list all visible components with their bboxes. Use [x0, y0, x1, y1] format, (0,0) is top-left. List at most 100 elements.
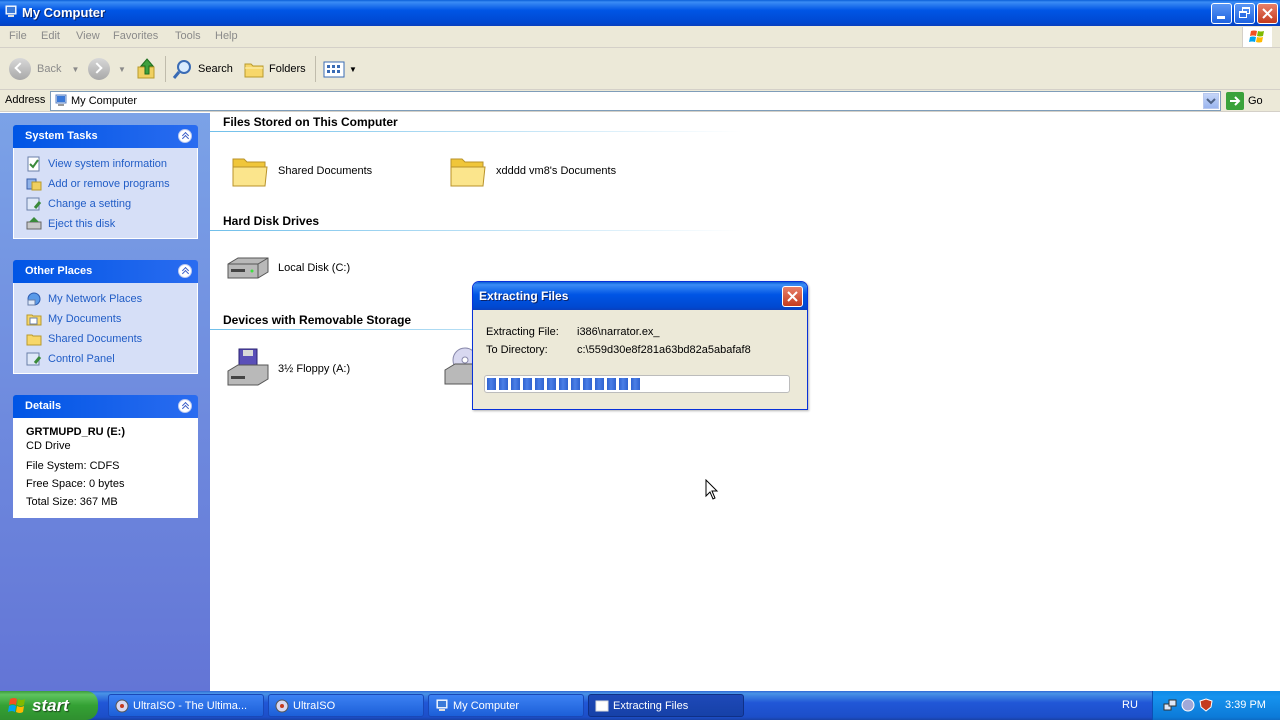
to-directory-value: c:\559d30e8f281a63bd82a5abafaf8 [577, 344, 751, 356]
address-dropdown-button[interactable] [1203, 93, 1219, 109]
close-icon [787, 291, 798, 302]
start-label: start [32, 695, 69, 715]
views-icon [323, 61, 345, 78]
taskbar-button-label: UltraISO [293, 699, 336, 712]
volume-tray-icon[interactable] [1181, 698, 1195, 712]
place-my-network-places[interactable]: My Network Places [14, 289, 197, 309]
place-control-panel[interactable]: Control Panel [14, 349, 197, 369]
place-label: Shared Documents [48, 333, 143, 345]
taskbar: start UltraISO - The Ultima... UltraISO … [0, 691, 1280, 720]
eject-disk-icon [26, 217, 42, 230]
address-field[interactable]: My Computer [50, 91, 1221, 111]
my-computer-icon [55, 94, 67, 106]
back-button[interactable]: Back ▼ [9, 56, 79, 82]
folder-icon [450, 158, 486, 187]
my-computer-icon [5, 5, 17, 17]
folder-icon [26, 334, 42, 346]
back-label: Back [37, 63, 62, 75]
group-divider [210, 131, 970, 132]
item-shared-documents[interactable]: Shared Documents [230, 151, 372, 191]
start-button[interactable]: start [0, 691, 98, 720]
item-label: Shared Documents [278, 165, 373, 177]
up-folder-button[interactable] [136, 56, 158, 82]
task-label: View system information [48, 158, 168, 170]
views-button[interactable]: ▼ [323, 56, 357, 82]
group-header-removable-storage: Devices with Removable Storage [223, 313, 412, 327]
folders-label: Folders [269, 63, 306, 75]
my-documents-icon [26, 314, 42, 326]
details-file-system: File System: CDFS [26, 460, 120, 472]
other-places-body: My Network Places My Documents Shared Do… [13, 283, 198, 374]
language-indicator[interactable]: RU [1122, 699, 1138, 711]
place-label: My Documents [48, 313, 122, 325]
group-divider [210, 230, 970, 231]
extraction-progress-bar [484, 375, 790, 393]
collapse-icon[interactable] [178, 399, 192, 413]
control-panel-icon [26, 352, 42, 366]
item-local-disk-c[interactable]: Local Disk (C:) [226, 250, 350, 286]
system-tasks-header[interactable]: System Tasks [13, 125, 198, 148]
folders-button[interactable]: Folders [243, 56, 306, 82]
minimize-button[interactable] [1211, 3, 1232, 24]
menu-edit[interactable]: Edit [41, 30, 60, 42]
forward-dropdown-icon[interactable]: ▼ [118, 65, 126, 74]
taskbar-button-ultraiso-main[interactable]: UltraISO - The Ultima... [108, 694, 264, 717]
task-label: Eject this disk [48, 218, 116, 230]
item-cd-drive[interactable] [443, 346, 473, 390]
go-arrow-icon [1226, 92, 1244, 110]
go-button[interactable]: Go [1226, 92, 1263, 110]
collapse-icon[interactable] [178, 264, 192, 278]
system-tasks-title: System Tasks [25, 130, 98, 142]
details-body: GRTMUPD_RU (E:) CD Drive File System: CD… [13, 418, 198, 518]
taskbar-button-ultraiso[interactable]: UltraISO [268, 694, 424, 717]
item-floppy-a[interactable]: 3½ Floppy (A:) [226, 347, 350, 391]
details-total-size: Total Size: 367 MB [26, 496, 118, 508]
mouse-cursor-icon [705, 479, 719, 500]
network-places-icon [27, 292, 41, 306]
back-arrow-icon [9, 58, 31, 80]
details-header[interactable]: Details [13, 395, 198, 418]
menu-view[interactable]: View [76, 30, 100, 42]
extracting-file-value: i386\narrator.ex_ [577, 326, 660, 338]
taskbar-button-label: My Computer [453, 699, 520, 712]
system-tasks-panel: System Tasks View system information Add… [13, 125, 198, 239]
task-view-system-information[interactable]: View system information [14, 154, 197, 174]
network-tray-icon[interactable] [1163, 698, 1177, 712]
window-titlebar[interactable]: My Computer [0, 0, 1280, 26]
menu-file[interactable]: File [9, 30, 27, 42]
task-label: Change a setting [48, 198, 132, 210]
extracting-files-dialog: Extracting Files Extracting File: i386\n… [472, 281, 808, 410]
dialog-close-button[interactable] [782, 286, 803, 307]
close-button[interactable] [1257, 3, 1278, 24]
system-tasks-body: View system information Add or remove pr… [13, 148, 198, 239]
details-name: GRTMUPD_RU (E:) [26, 426, 125, 438]
go-label: Go [1248, 95, 1263, 107]
search-button[interactable]: Search [172, 56, 233, 82]
floppy-drive-icon [227, 348, 269, 386]
collapse-icon[interactable] [178, 129, 192, 143]
item-user-documents[interactable]: xdddd vm8's Documents [448, 151, 616, 191]
clock[interactable]: 3:39 PM [1225, 699, 1266, 711]
group-header-files-stored: Files Stored on This Computer [223, 115, 398, 129]
add-remove-programs-icon [26, 178, 42, 191]
window-title: My Computer [22, 5, 106, 20]
taskbar-button-extracting-files[interactable]: Extracting Files [588, 694, 744, 717]
address-value: My Computer [71, 95, 138, 107]
back-dropdown-icon[interactable]: ▼ [71, 65, 79, 74]
security-shield-icon[interactable] [1199, 698, 1213, 712]
taskbar-button-my-computer[interactable]: My Computer [428, 694, 584, 717]
menu-help[interactable]: Help [215, 30, 238, 42]
forward-button[interactable]: ▼ [88, 56, 126, 82]
chevron-down-icon [1206, 98, 1216, 105]
restore-button[interactable] [1234, 3, 1255, 24]
menu-favorites[interactable]: Favorites [113, 30, 158, 42]
place-my-documents[interactable]: My Documents [14, 309, 197, 329]
task-change-setting[interactable]: Change a setting [14, 194, 197, 214]
place-label: My Network Places [48, 293, 143, 305]
task-eject-disk[interactable]: Eject this disk [14, 214, 197, 234]
other-places-header[interactable]: Other Places [13, 260, 198, 283]
task-add-remove-programs[interactable]: Add or remove programs [14, 174, 197, 194]
menu-tools[interactable]: Tools [175, 30, 201, 42]
dialog-titlebar[interactable]: Extracting Files [473, 282, 807, 310]
place-shared-documents[interactable]: Shared Documents [14, 329, 197, 349]
